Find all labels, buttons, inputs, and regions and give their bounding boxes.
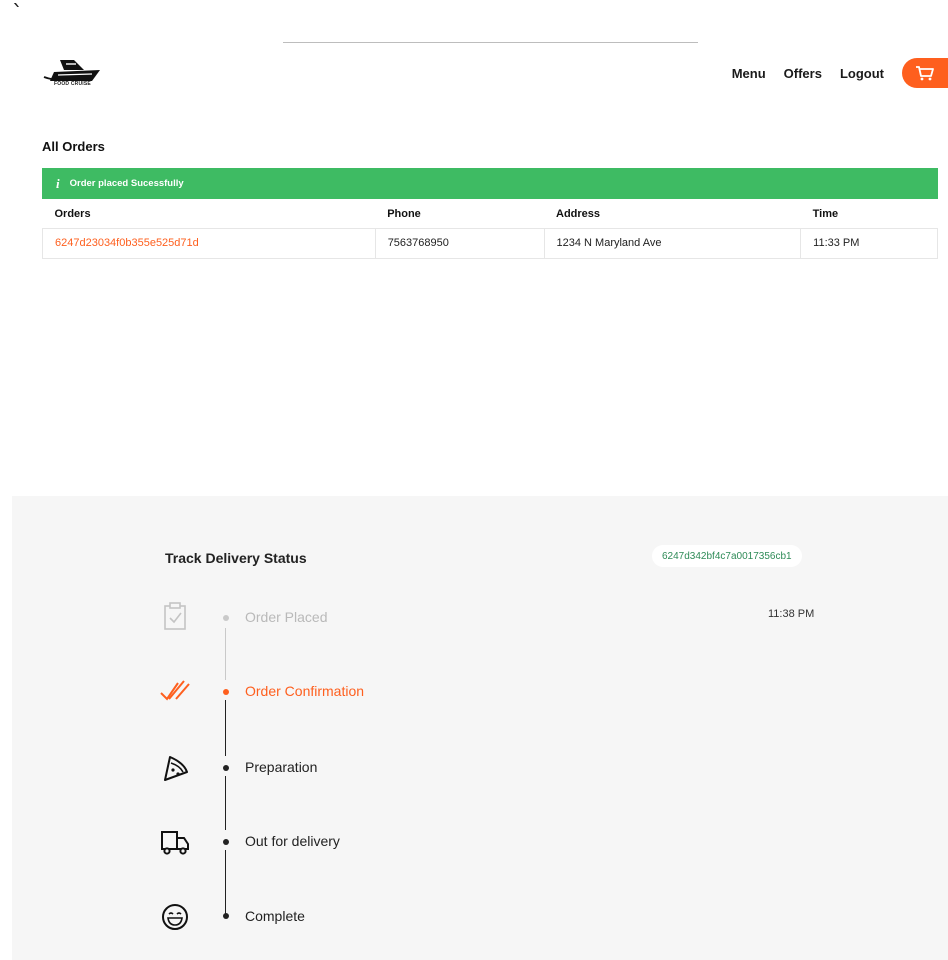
step-dot [223,839,229,845]
ship-logo-icon[interactable] [40,50,106,94]
nav-logout-link[interactable]: Logout [840,66,884,81]
order-id-link[interactable]: 6247d23034f0b355e525d71d [42,227,376,259]
cart-icon [916,66,934,81]
step-label-out-for-delivery: Out for delivery [245,833,340,849]
step-dot [223,615,229,621]
track-title: Track Delivery Status [165,550,307,566]
cart-button[interactable] [902,58,948,88]
step-label-complete: Complete [245,908,305,924]
stray-mark: ` [12,2,23,27]
alert-message: Order placed Sucessfully [69,178,184,189]
delivery-truck-icon [161,831,189,855]
nav-offers-link[interactable]: Offers [784,66,822,81]
info-icon: i [56,175,60,191]
tracking-order-id: 6247d342bf4c7a0017356cb1 [652,545,802,567]
tracking-time: 11:38 PM [768,608,815,620]
top-nav: Menu Offers Logout [732,58,948,88]
table-header-row: Orders Phone Address Time [43,200,938,228]
nav-menu-link[interactable]: Menu [732,66,766,81]
order-phone: 7563768950 [374,227,545,259]
clipboard-check-icon [164,602,186,630]
timeline-connector [225,850,226,916]
logo-text: FOOD CRUISE [54,81,91,87]
step-dot [223,913,229,919]
top-divider [283,42,698,43]
page-title: All Orders [42,139,105,154]
smile-icon [162,904,188,930]
pizza-slice-icon [164,756,188,781]
column-header-time: Time [812,207,839,220]
track-delivery-panel: Track Delivery Status 6247d342bf4c7a0017… [12,496,948,960]
timeline-connector [225,628,226,680]
step-dot [223,765,229,771]
step-dot [223,689,229,695]
order-address: 1234 N Maryland Ave [543,227,802,259]
column-header-orders: Orders [54,207,91,220]
timeline-connector [225,700,226,756]
success-alert: i Order placed Sucessfully [42,168,938,199]
column-header-address: Address [556,207,601,220]
step-label-order-placed: Order Placed [245,609,328,625]
step-label-preparation: Preparation [245,759,318,775]
table-row: 6247d23034f0b355e525d71d 7563768950 1234… [42,227,938,259]
step-label-order-confirmation: Order Confirmation [245,683,365,699]
double-check-icon [160,680,190,701]
column-header-phone: Phone [387,207,421,220]
timeline-connector [225,776,226,830]
order-time: 11:33 PM [800,227,938,259]
orders-table: Orders Phone Address Time 6247d23034f0b3… [42,200,938,259]
